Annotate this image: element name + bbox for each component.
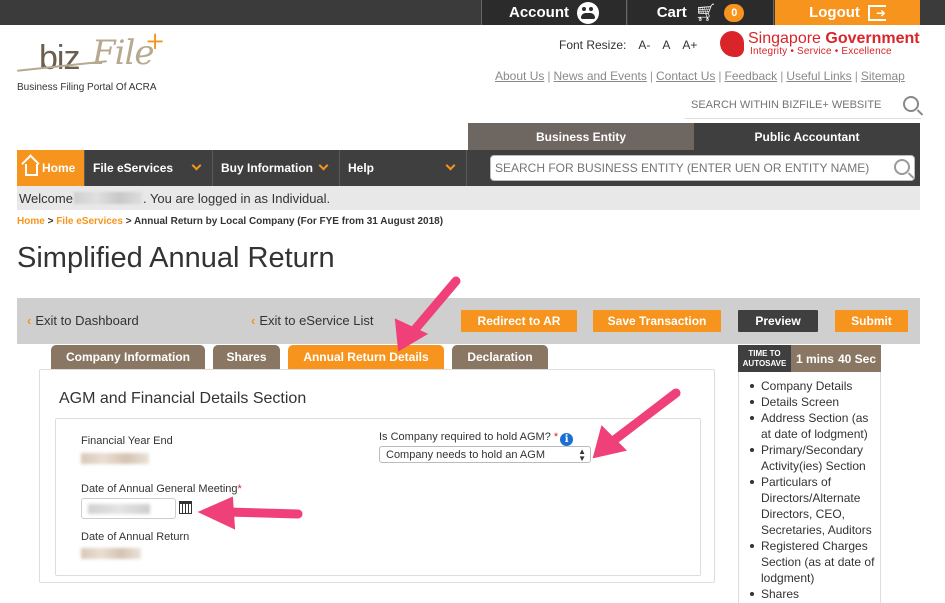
ar-date-value-redacted (81, 548, 141, 559)
logo-plus-mark: + (145, 27, 165, 55)
agm-financial-form: Financial Year End Date of Annual Genera… (55, 418, 701, 576)
nav-help[interactable]: Help (340, 150, 467, 186)
entity-type-tabs: Business Entity Public Accountant (468, 123, 920, 150)
nav-home[interactable]: Home (17, 150, 85, 186)
breadcrumb-file-eservices[interactable]: File eServices (56, 216, 123, 227)
chevron-down-icon (191, 160, 202, 171)
account-button[interactable]: Account (481, 0, 627, 25)
agm-required-label: Is Company required to hold AGM? * i (379, 431, 574, 446)
home-icon (25, 164, 38, 176)
entity-search-input[interactable] (491, 156, 886, 180)
exit-to-eservice-list-link[interactable]: ‹ Exit to eService List (251, 313, 374, 328)
top-bar: Account Cart 🛒︎ 0 Logout ➜ (0, 0, 945, 25)
breadcrumb: Home > File eServices > Annual Return by… (17, 216, 444, 227)
link-news-events[interactable]: News and Events (551, 69, 648, 83)
agm-date-input[interactable] (81, 498, 176, 519)
tab-public-accountant[interactable]: Public Accountant (694, 123, 920, 150)
nav-buy-information-label: Buy Information (221, 161, 313, 175)
action-bar: ‹ Exit to Dashboard ‹ Exit to eService Lis… (17, 298, 920, 344)
link-feedback[interactable]: Feedback (722, 69, 779, 83)
tab-annual-return-details[interactable]: Annual Return Details (288, 345, 444, 369)
redirect-to-ar-button[interactable]: Redirect to AR (461, 310, 577, 332)
autosave-label: TIME TO AUTOSAVE (738, 345, 791, 372)
nav-file-eservices-label: File eServices (93, 161, 174, 175)
calendar-icon[interactable] (179, 501, 192, 514)
fye-label: Financial Year End (81, 435, 173, 447)
font-increase-button[interactable]: A+ (682, 38, 697, 52)
search-icon[interactable] (894, 159, 910, 175)
nav-home-label: Home (42, 161, 76, 175)
chevron-down-icon (318, 160, 329, 171)
font-normal-button[interactable]: A (662, 38, 670, 52)
breadcrumb-current: Annual Return by Local Company (For FYE … (133, 216, 444, 227)
search-icon[interactable] (903, 96, 919, 112)
account-label: Account (509, 4, 569, 21)
font-resize: Font Resize: A- A A+ (559, 38, 697, 52)
header-links: About Us | News and Events | Contact Us | F… (493, 69, 907, 83)
chevron-left-icon: ‹ (27, 313, 32, 328)
autosave-countdown: 1 mins 40 Sec (791, 345, 881, 372)
select-arrows-icon: ▲ ▼ (578, 447, 586, 463)
section-sidenav: Company Details Details Screen Address S… (738, 372, 881, 603)
breadcrumb-home[interactable]: Home (17, 216, 45, 227)
section-title: AGM and Financial Details Section (59, 390, 307, 407)
info-icon[interactable]: i (560, 433, 574, 446)
sidenav-item[interactable]: Address Section (as at date of lodgment) (750, 410, 880, 442)
fye-value-redacted (81, 453, 149, 464)
lion-head-icon (720, 31, 744, 57)
site-search (685, 93, 921, 119)
sidenav-item[interactable]: Registered Charges Section (as at date o… (750, 538, 880, 586)
link-sitemap[interactable]: Sitemap (859, 69, 907, 83)
nav-help-label: Help (348, 161, 375, 175)
link-useful-links[interactable]: Useful Links (784, 69, 853, 83)
logout-icon: ➜ (867, 4, 886, 21)
sidenav-item[interactable]: Company Details (750, 378, 880, 394)
agm-required-select[interactable]: Company needs to hold an AGM ▲ ▼ (379, 446, 591, 463)
logo-tagline: Business Filing Portal Of ACRA (17, 82, 157, 93)
cart-icon: 🛒︎ (694, 2, 717, 22)
font-decrease-button[interactable]: A- (638, 38, 650, 52)
logout-label: Logout (809, 4, 860, 21)
tab-company-information[interactable]: Company Information (51, 345, 205, 369)
gov-tagline: Integrity • Service • Excellence (750, 46, 892, 57)
singapore-government-logo[interactable]: Singapore Government Integrity • Service… (720, 30, 920, 60)
link-contact-us[interactable]: Contact Us (654, 69, 717, 83)
site-search-input[interactable] (685, 93, 895, 117)
welcome-prefix: Welcome (19, 190, 73, 206)
ar-date-label: Date of Annual Return (81, 531, 190, 543)
cart-count-badge: 0 (724, 3, 745, 22)
nav-buy-information[interactable]: Buy Information (213, 150, 340, 186)
chevron-left-icon: ‹ (251, 313, 256, 328)
main-nav: Home File eServices Buy Information Help (17, 150, 920, 186)
sidenav-item[interactable]: Particulars of Directors/Alternate Direc… (750, 474, 880, 538)
tab-shares[interactable]: Shares (213, 345, 280, 369)
page-title: Simplified Annual Return (17, 242, 335, 274)
sidenav-item[interactable]: Shares (750, 586, 880, 602)
nav-file-eservices[interactable]: File eServices (85, 150, 213, 186)
link-about-us[interactable]: About Us (493, 69, 546, 83)
preview-button[interactable]: Preview (738, 310, 818, 332)
chevron-down-icon (445, 160, 456, 171)
agm-financial-panel: AGM and Financial Details Section Financ… (39, 369, 715, 583)
logo-biz-text: biz (39, 39, 80, 77)
welcome-suffix: . You are logged in as Individual. (142, 190, 331, 206)
logout-button[interactable]: Logout ➜ (775, 0, 920, 25)
cart-label: Cart (656, 4, 687, 21)
save-transaction-button[interactable]: Save Transaction (593, 310, 721, 332)
cart-button[interactable]: Cart 🛒︎ 0 (628, 0, 774, 25)
exit-to-dashboard-link[interactable]: ‹ Exit to Dashboard (27, 313, 139, 328)
welcome-bar: Welcome . You are logged in as Individua… (17, 186, 920, 210)
sidenav-item[interactable]: Details Screen (750, 394, 880, 410)
sidenav-item[interactable]: Primary/Secondary Activity(ies) Section (750, 442, 880, 474)
redacted-username (73, 192, 142, 204)
font-resize-label: Font Resize: (559, 38, 627, 52)
tab-business-entity[interactable]: Business Entity (468, 123, 694, 150)
agm-date-label: Date of Annual General Meeting* (81, 483, 242, 495)
submit-button[interactable]: Submit (835, 310, 908, 332)
bizfile-logo[interactable]: biz File + (17, 27, 177, 83)
account-icon (577, 1, 599, 24)
entity-search (490, 155, 915, 181)
tab-declaration[interactable]: Declaration (452, 345, 548, 369)
autosave-timer: TIME TO AUTOSAVE 1 mins 40 Sec (738, 345, 881, 372)
